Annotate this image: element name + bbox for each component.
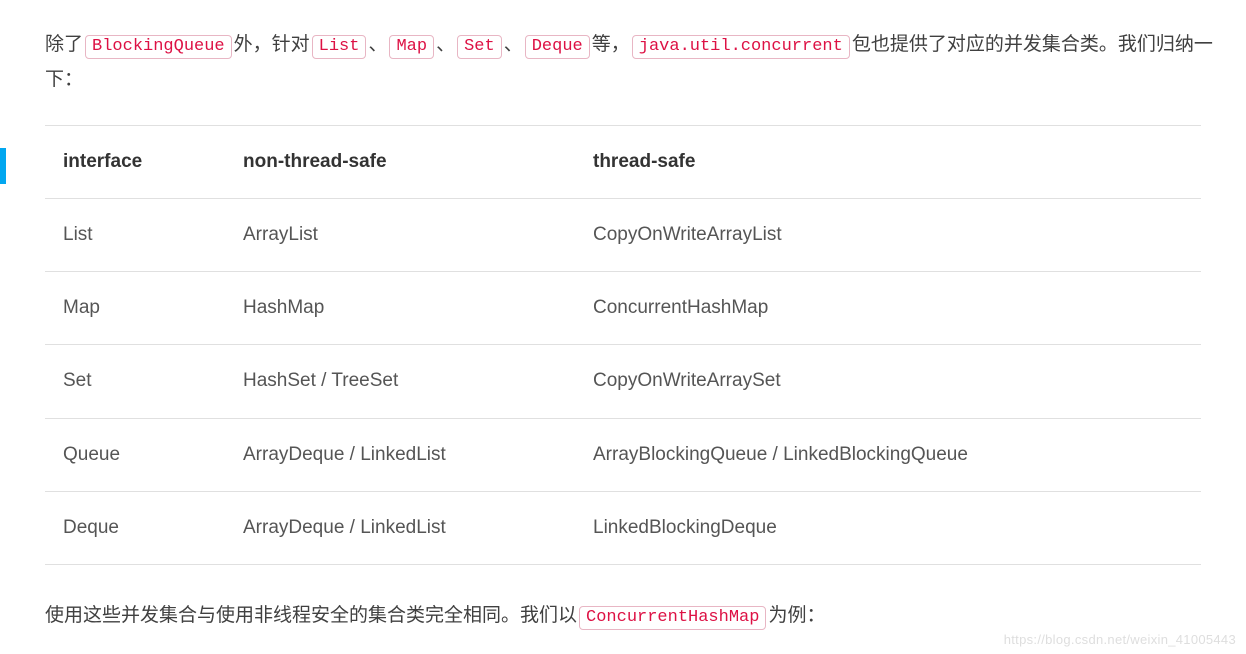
cell-interface: List (45, 198, 225, 271)
outro-text: 为例： (768, 605, 825, 626)
table-header-row: interface non-thread-safe thread-safe (45, 125, 1201, 198)
cell-non-thread-safe: HashMap (225, 272, 575, 345)
section-indicator-bar (0, 148, 6, 184)
header-interface: interface (45, 125, 225, 198)
table-row: Deque ArrayDeque / LinkedList LinkedBloc… (45, 491, 1201, 564)
cell-thread-safe: ArrayBlockingQueue / LinkedBlockingQueue (575, 418, 1201, 491)
table-row: List ArrayList CopyOnWriteArrayList (45, 198, 1201, 271)
cell-non-thread-safe: HashSet / TreeSet (225, 345, 575, 418)
intro-text: 、 (368, 34, 387, 55)
intro-text: 除了 (45, 34, 83, 55)
cell-thread-safe: LinkedBlockingDeque (575, 491, 1201, 564)
cell-thread-safe: ConcurrentHashMap (575, 272, 1201, 345)
table-row: Map HashMap ConcurrentHashMap (45, 272, 1201, 345)
code-map: Map (389, 35, 434, 59)
content-wrapper: 除了BlockingQueue外，针对List、Map、Set、Deque等，j… (0, 28, 1246, 634)
cell-interface: Queue (45, 418, 225, 491)
intro-paragraph: 除了BlockingQueue外，针对List、Map、Set、Deque等，j… (45, 28, 1226, 97)
outro-text: 使用这些并发集合与使用非线程安全的集合类完全相同。我们以 (45, 605, 577, 626)
table-row: Queue ArrayDeque / LinkedList ArrayBlock… (45, 418, 1201, 491)
header-non-thread-safe: non-thread-safe (225, 125, 575, 198)
cell-non-thread-safe: ArrayList (225, 198, 575, 271)
intro-text: 、 (436, 34, 455, 55)
table-row: Set HashSet / TreeSet CopyOnWriteArraySe… (45, 345, 1201, 418)
code-blockingqueue: BlockingQueue (85, 35, 232, 59)
cell-non-thread-safe: ArrayDeque / LinkedList (225, 491, 575, 564)
code-list: List (312, 35, 367, 59)
code-deque: Deque (525, 35, 590, 59)
cell-interface: Map (45, 272, 225, 345)
cell-thread-safe: CopyOnWriteArraySet (575, 345, 1201, 418)
cell-interface: Deque (45, 491, 225, 564)
cell-thread-safe: CopyOnWriteArrayList (575, 198, 1201, 271)
cell-interface: Set (45, 345, 225, 418)
collections-table: interface non-thread-safe thread-safe Li… (45, 125, 1201, 565)
intro-text: 等， (592, 34, 630, 55)
code-set: Set (457, 35, 502, 59)
intro-text: 、 (504, 34, 523, 55)
code-juc-package: java.util.concurrent (632, 35, 850, 59)
watermark-text: https://blog.csdn.net/weixin_41005443 (1004, 628, 1236, 651)
intro-text: 外，针对 (234, 34, 310, 55)
cell-non-thread-safe: ArrayDeque / LinkedList (225, 418, 575, 491)
header-thread-safe: thread-safe (575, 125, 1201, 198)
